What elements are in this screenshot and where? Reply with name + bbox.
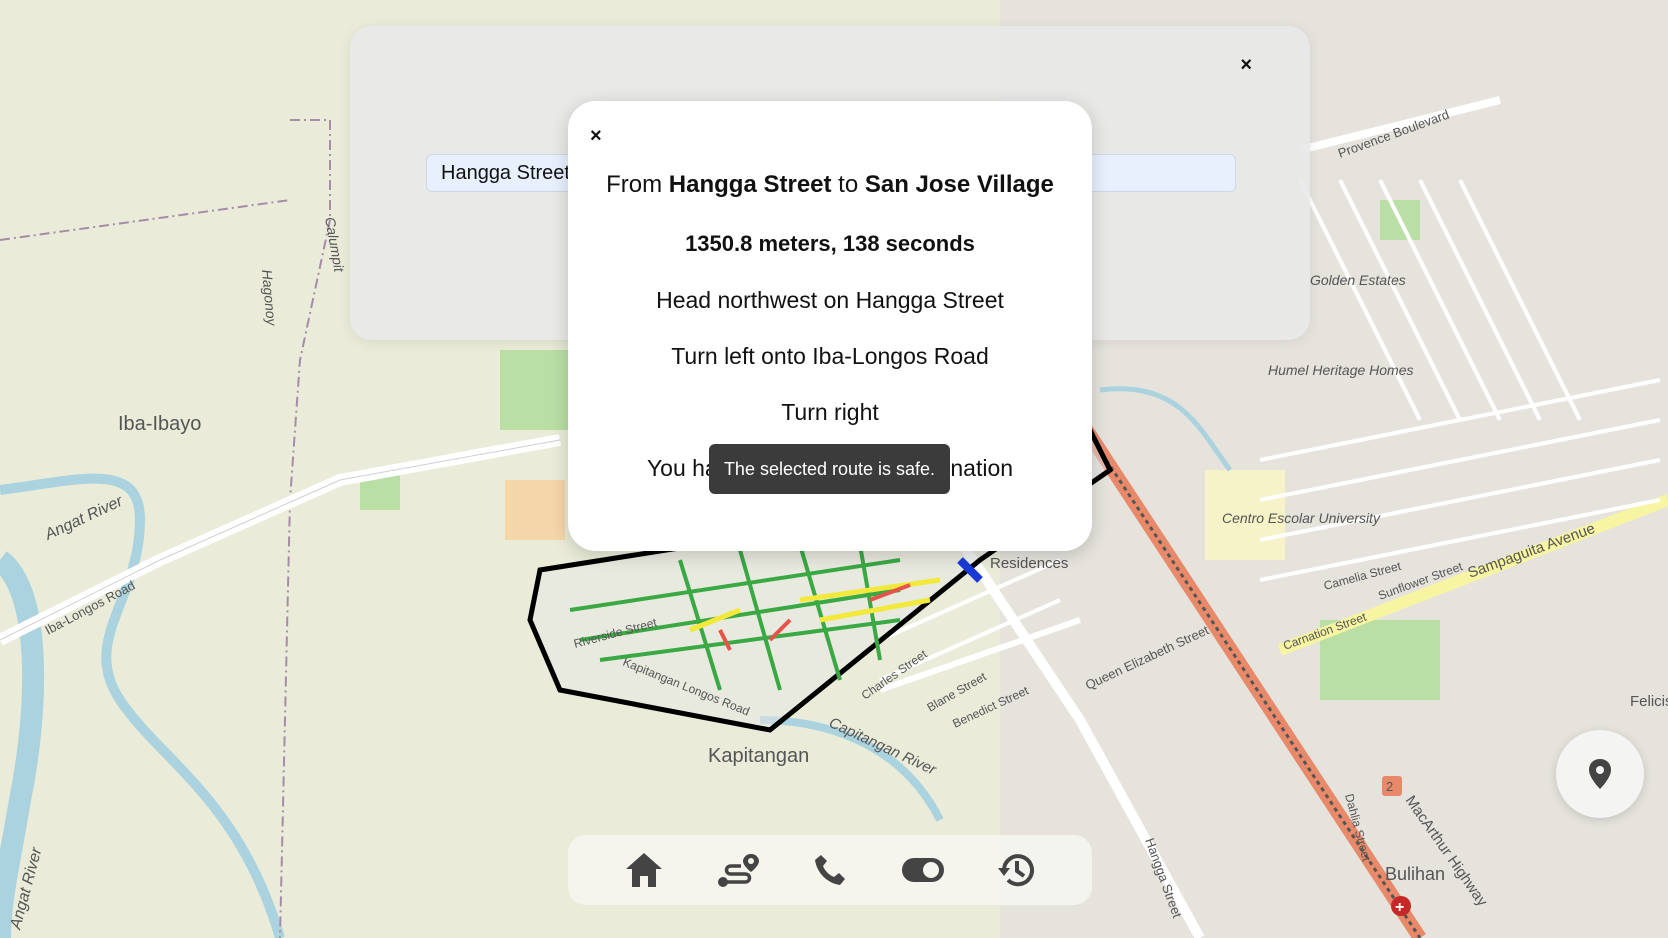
label-felicis-villa: Felicis Villa: [1630, 693, 1668, 710]
safety-toggle-button[interactable]: [895, 842, 951, 898]
home-icon: [626, 853, 663, 887]
safety-toast: The selected route is safe.: [709, 444, 950, 494]
current-location-button[interactable]: [1556, 730, 1644, 818]
history-button[interactable]: [988, 842, 1044, 898]
call-button[interactable]: [802, 842, 858, 898]
label-kapitangan: Kapitangan: [708, 745, 809, 767]
history-icon: [997, 854, 1034, 887]
route-button[interactable]: [709, 842, 765, 898]
route-title-from: From: [606, 171, 669, 198]
label-humel-heritage: Humel Heritage Homes: [1268, 362, 1414, 378]
label-bulihan: Bulihan: [1385, 864, 1445, 884]
label-residences: Residences: [990, 555, 1068, 572]
toggle-icon: [901, 858, 944, 882]
location-pin-icon: [1589, 759, 1611, 789]
home-button[interactable]: [616, 842, 672, 898]
route-destination: San Jose Village: [864, 171, 1054, 198]
bottom-nav: [568, 835, 1092, 905]
modal-close-icon[interactable]: ×: [590, 125, 602, 148]
highway-shield: 2: [1386, 779, 1393, 794]
route-step: Turn left onto Iba-Longos Road: [671, 343, 989, 369]
svg-text:+: +: [1395, 899, 1404, 916]
route-summary: 1350.8 meters, 138 seconds: [685, 231, 975, 256]
label-golden-estates: Golden Estates: [1310, 272, 1406, 288]
label-iba-ibayo: Iba-Ibayo: [118, 413, 201, 435]
label-centro-escolar: Centro Escolar University: [1222, 510, 1381, 526]
route-step: Turn right: [781, 399, 879, 425]
route-origin: Hangga Street: [668, 171, 832, 198]
route-icon: [718, 854, 760, 887]
phone-icon: [814, 855, 845, 885]
search-panel-close-icon[interactable]: ×: [1240, 54, 1252, 77]
route-title-to: to: [831, 171, 865, 198]
route-step: Head northwest on Hangga Street: [656, 287, 1004, 313]
route-title: From Hangga Street to San Jose Village: [568, 171, 1092, 199]
